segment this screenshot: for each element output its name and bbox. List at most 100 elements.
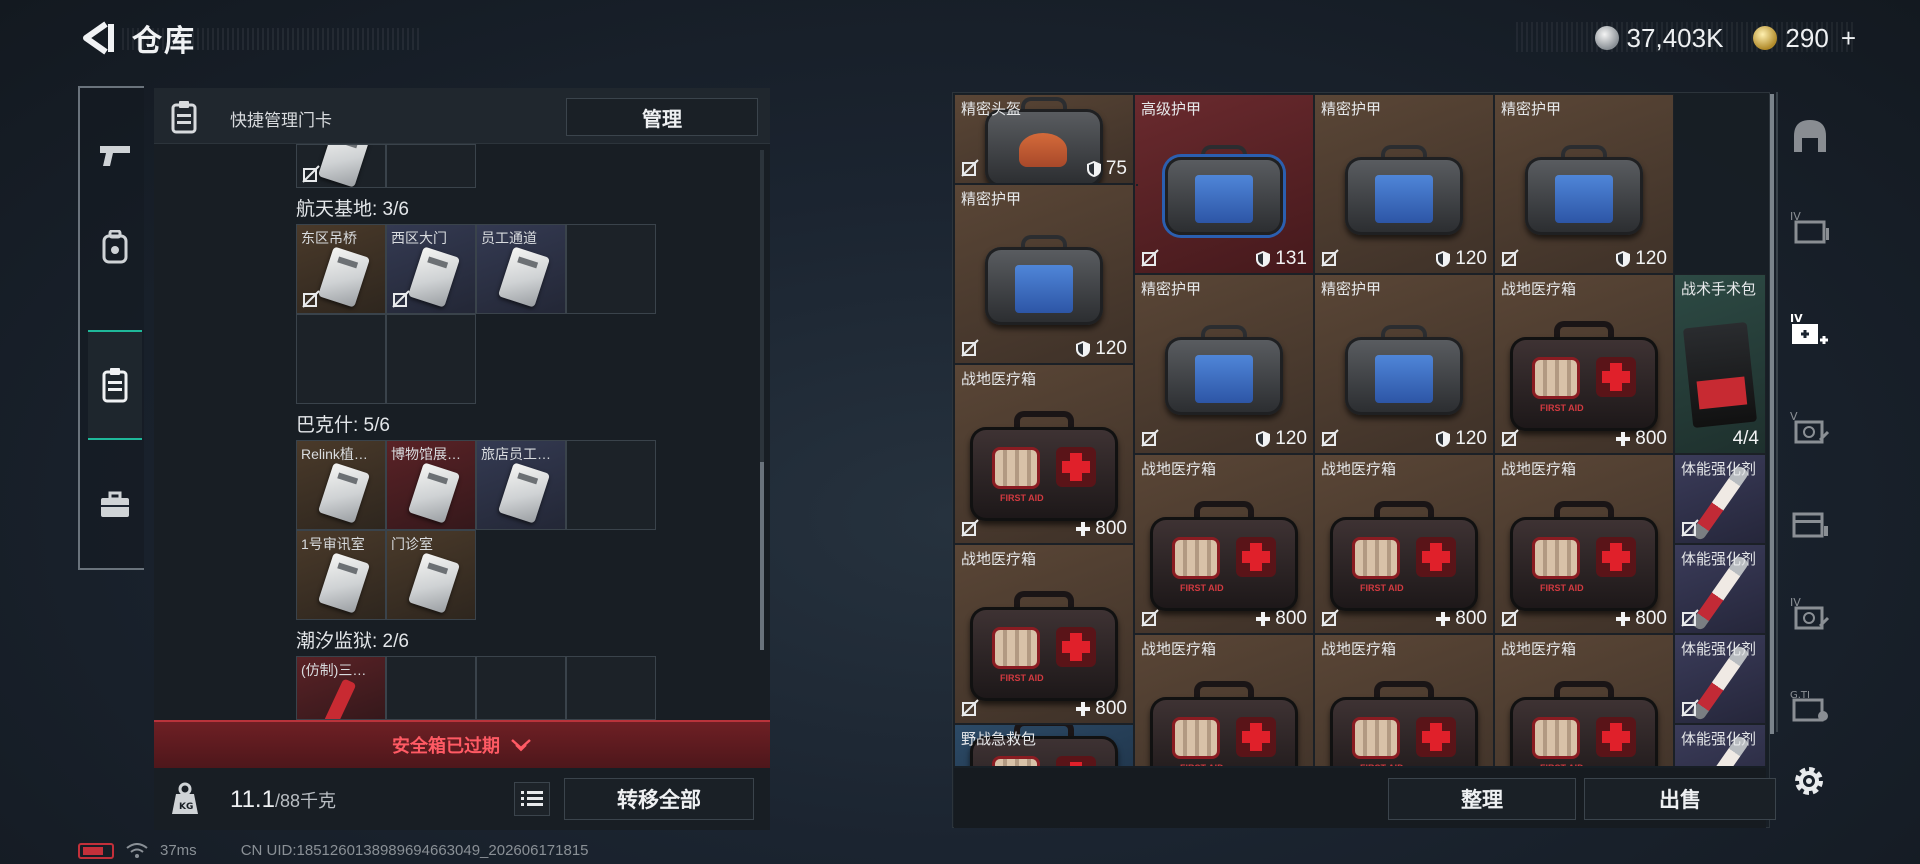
tab-keycards[interactable]	[88, 330, 142, 440]
stash-item-slot[interactable]: FIRST AID 战地医疗箱 800	[954, 544, 1134, 724]
stash-item-slot[interactable]: FIRST AID 战地医疗箱 800	[1494, 274, 1674, 454]
case-v-icon[interactable]: V	[1790, 408, 1830, 448]
tab-equipment[interactable]	[88, 210, 142, 284]
stash-scrollbar[interactable]	[1770, 94, 1774, 734]
item-value: 800	[1615, 608, 1667, 630]
no-insure-icon	[1501, 249, 1519, 267]
stash-item-slot[interactable]	[1136, 184, 1138, 186]
tab-case[interactable]	[88, 468, 142, 542]
case-iv-locked-icon[interactable]: IV	[1790, 594, 1830, 634]
plus-icon	[1076, 702, 1091, 716]
item-value: 4/4	[1733, 428, 1759, 450]
item-name: 精密护甲	[1321, 101, 1382, 118]
keycard-slot[interactable]: 东区吊桥	[296, 224, 386, 314]
stash-item-slot[interactable]: 体能强化剂	[1674, 544, 1766, 634]
no-insure-icon	[1501, 429, 1519, 447]
stash-item-slot[interactable]: 精密护甲 120	[1314, 94, 1494, 274]
manage-button[interactable]: 管理	[566, 98, 758, 136]
item-name: 战地医疗箱	[1141, 461, 1217, 478]
no-insure-icon	[392, 290, 410, 308]
stash-item-slot[interactable]: 高级护甲 131	[1134, 94, 1314, 274]
stash-item-slot[interactable]: 战术手术包 4/4	[1674, 274, 1766, 454]
tab-weapons[interactable]	[88, 118, 142, 192]
stash-item-slot[interactable]: FIRST AID 战地医疗箱	[1494, 634, 1674, 766]
medkit-image: FIRST AID	[1330, 499, 1478, 611]
case-locked-icon[interactable]	[1790, 502, 1830, 542]
item-name: 战地医疗箱	[961, 371, 1037, 388]
gear-icon[interactable]	[1790, 762, 1828, 800]
keycard-slot[interactable]: 旅店员工…	[476, 440, 566, 530]
section-title: 潮汐监狱: 2/6	[296, 631, 409, 652]
stash-item-slot[interactable]: 体能强化剂	[1674, 724, 1766, 766]
case-iv-icon[interactable]: IV	[1790, 208, 1830, 248]
keycard-slot-empty	[386, 314, 476, 404]
transfer-all-button[interactable]: 转移全部	[564, 778, 754, 820]
armor-image	[1157, 141, 1291, 241]
no-insure-icon	[961, 699, 979, 717]
keycard-slot[interactable]: Relink植…	[296, 440, 386, 530]
container-sidebar: IV IV V IV G.TI	[1776, 96, 1842, 736]
sort-button[interactable]: 整理	[1388, 778, 1576, 820]
no-insure-icon	[1681, 609, 1699, 627]
shield-icon	[1616, 251, 1631, 267]
stash-item-slot[interactable]: 精密头盔 75	[954, 94, 1134, 184]
item-value: 120	[1615, 248, 1667, 270]
stash-item-slot[interactable]: FIRST AID 战地医疗箱 800	[954, 364, 1134, 544]
category-tabs	[78, 86, 144, 570]
item-value-text: 800	[1275, 608, 1307, 629]
keycard-slot[interactable]	[296, 144, 386, 188]
case-gti-icon[interactable]: G.TI	[1790, 686, 1830, 726]
medkit-image: FIRST AID	[1510, 499, 1658, 611]
stash-item-slot[interactable]: FIRST AID 战地医疗箱 800	[1134, 454, 1314, 634]
add-currency-button[interactable]: +	[1841, 23, 1856, 54]
keycard-scroll-thumb[interactable]	[760, 462, 764, 650]
stash-item-slot[interactable]: FIRST AID野战急救包	[954, 724, 1134, 766]
stash-grid: 精密头盔 75 高级护甲 131 精密护甲 120 精密护甲 120 精密护甲 120 精密护甲 12…	[954, 94, 1766, 766]
keycard-slot[interactable]: (仿制)三…	[296, 656, 386, 720]
keycard-slot[interactable]: 西区大门	[386, 224, 476, 314]
plus-icon	[1256, 612, 1271, 626]
stash-item-slot[interactable]: 体能强化剂	[1674, 634, 1766, 724]
helmet-slot-icon[interactable]	[1790, 116, 1830, 156]
stash-item-slot[interactable]: FIRST AID 战地医疗箱 800	[1494, 454, 1674, 634]
status-line: 37ms CN UID:1851260138989694663049_20260…	[78, 842, 589, 859]
stash-item-slot[interactable]: FIRST AID 战地医疗箱 800	[1314, 454, 1494, 634]
item-value-text: 800	[1635, 608, 1667, 629]
stash-item-slot[interactable]: FIRST AID 战地医疗箱	[1134, 634, 1314, 766]
stash-item-slot[interactable]: FIRST AID 战地医疗箱	[1314, 634, 1494, 766]
briefcase-icon	[101, 491, 129, 517]
stash-item-slot[interactable]: 体能强化剂	[1674, 454, 1766, 544]
item-value-text: 120	[1275, 428, 1307, 449]
armor-image	[1517, 141, 1651, 241]
safe-box-expired-banner[interactable]: 安全箱已过期	[154, 720, 770, 768]
chevron-down-icon	[511, 739, 531, 752]
item-name: 精密护甲	[1141, 281, 1202, 298]
medkit-image: FIRST AID	[1150, 499, 1298, 611]
item-name: 高级护甲	[1141, 101, 1202, 118]
backpack-icon	[102, 230, 128, 264]
medical-iv-icon[interactable]: IV	[1790, 310, 1830, 350]
keycard-slot[interactable]: 门诊室	[386, 530, 476, 620]
shield-icon	[1436, 431, 1451, 447]
list-view-button[interactable]	[514, 782, 550, 816]
stash-item-slot[interactable]: 精密护甲 120	[954, 184, 1134, 364]
uid-text: CN UID:1851260138989694663049_2026061718…	[240, 842, 589, 859]
item-value: 800	[1255, 608, 1307, 630]
stash-item-slot[interactable]: 精密护甲 120	[1134, 274, 1314, 454]
item-value: 131	[1255, 248, 1307, 270]
keycard-name: 东区吊桥	[301, 230, 357, 246]
keycard-slot[interactable]: 1号审讯室	[296, 530, 386, 620]
item-value-text: 75	[1105, 158, 1127, 179]
item-value-text: 4/4	[1732, 428, 1759, 449]
back-arrow-icon[interactable]	[78, 18, 118, 58]
sell-button[interactable]: 出售	[1584, 778, 1776, 820]
no-insure-icon	[1321, 429, 1339, 447]
stash-item-slot[interactable]: 精密护甲 120	[1494, 94, 1674, 274]
shield-icon	[1076, 341, 1091, 357]
no-insure-icon	[1321, 609, 1339, 627]
keycard-slot[interactable]: 博物馆展…	[386, 440, 476, 530]
keycard-name: Relink植…	[301, 446, 368, 462]
stash-item-slot[interactable]: 精密护甲 120	[1314, 274, 1494, 454]
keycard-slot[interactable]: 员工通道	[476, 224, 566, 314]
item-value-text: 120	[1095, 338, 1127, 359]
